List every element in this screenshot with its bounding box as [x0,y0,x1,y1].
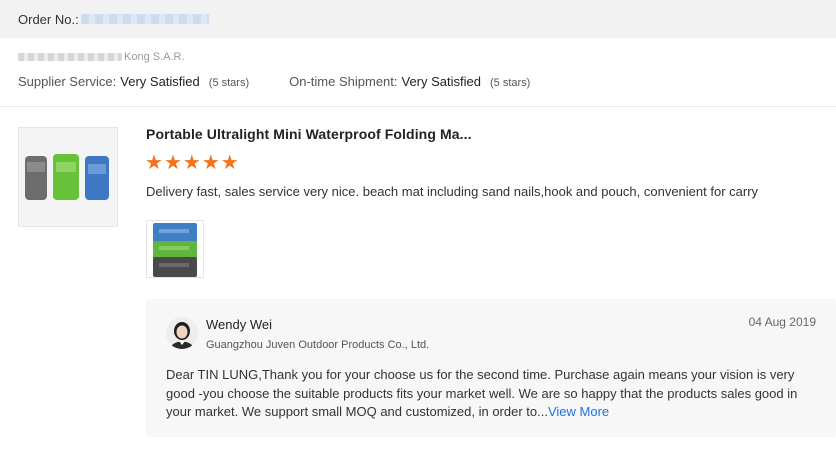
shipment-value: Very Satisfied [401,74,482,89]
product-image [19,128,117,226]
reply-text: Dear TIN LUNG,Thank you for your choose … [166,367,798,419]
review-photo-image [147,221,203,277]
star-icon: ★ [220,152,239,174]
reply-text-block: Dear TIN LUNG,Thank you for your choose … [166,366,822,422]
buyer-location: Kong S.A.R. [18,50,818,64]
order-number-label: Order No.: [18,11,79,27]
seller-company: Guangzhou Juven Outdoor Products Co., Lt… [206,339,430,351]
supplier-service-label: Supplier Service: [18,74,117,89]
shipment-stars: (5 stars) [490,77,531,89]
star-icon: ★ [145,152,163,174]
star-icon: ★ [182,152,201,174]
order-number-bar: Order No.: [0,0,836,38]
star-icon: ★ [163,152,182,174]
section-divider [0,106,836,107]
buyer-review-text: Delivery fast, sales service very nice. … [146,184,759,199]
seller-reply-box: Wendy Wei Guangzhou Juven Outdoor Produc… [146,299,836,437]
star-icon: ★ [201,152,220,174]
supplier-service-value: Very Satisfied [120,74,200,89]
seller-rating-summary: Kong S.A.R. Supplier Service: Very Satis… [18,50,818,89]
location-redacted [18,53,122,61]
product-thumbnail[interactable] [18,127,118,227]
ratings-row: Supplier Service: Very Satisfied (5 star… [18,74,818,89]
reply-date: 04 Aug 2019 [748,315,816,329]
product-rating-stars: ★ ★ ★ ★ ★ [145,152,240,174]
avatar [166,317,198,349]
order-number-redacted [80,14,209,24]
review-photo[interactable] [146,220,204,278]
seller-name: Wendy Wei [206,317,272,332]
seller-avatar-image [166,317,198,349]
view-more-link[interactable]: View More [548,404,609,419]
location-text: Kong S.A.R. [124,51,185,63]
supplier-service-stars: (5 stars) [208,77,250,89]
shipment-label: On-time Shipment: [289,74,398,89]
product-title[interactable]: Portable Ultralight Mini Waterproof Fold… [146,126,472,142]
